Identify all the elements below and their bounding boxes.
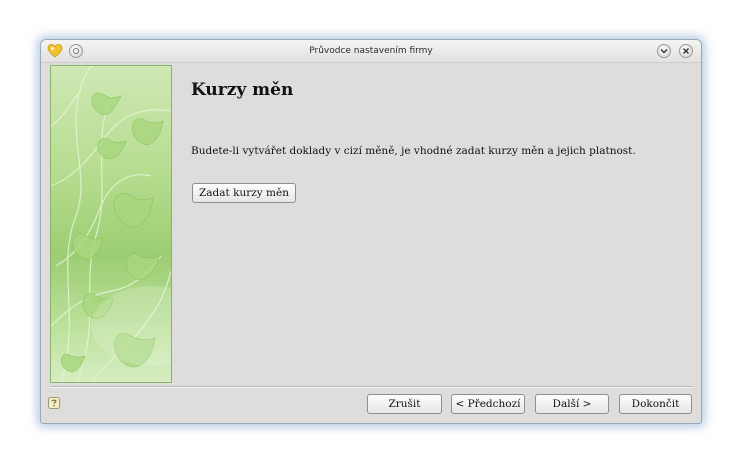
cancel-button[interactable]: Zrušit	[367, 394, 442, 414]
window-title: Průvodce nastavením firmy	[309, 46, 433, 56]
set-exchange-rates-button[interactable]: Zadat kurzy měn	[192, 183, 296, 203]
next-button[interactable]: Další >	[535, 394, 609, 414]
page-description: Budete-li vytvářet doklady v cizí měně, …	[191, 145, 636, 157]
chevron-down-icon	[660, 49, 668, 54]
page-title: Kurzy měn	[191, 80, 294, 100]
wizard-window: Průvodce nastavením firmy Kurzy měn Bude…	[40, 39, 702, 424]
minimize-button[interactable]	[657, 44, 671, 58]
title-bar[interactable]: Průvodce nastavením firmy	[41, 40, 701, 63]
footer-separator	[50, 386, 692, 388]
finish-button[interactable]: Dokončit	[619, 394, 692, 414]
close-button[interactable]	[679, 44, 693, 58]
leaf-decoration	[51, 66, 171, 382]
wizard-sidebar-image	[50, 65, 172, 383]
help-icon[interactable]	[48, 397, 60, 409]
close-icon	[683, 48, 689, 54]
previous-button[interactable]: < Předchozí	[451, 394, 525, 414]
